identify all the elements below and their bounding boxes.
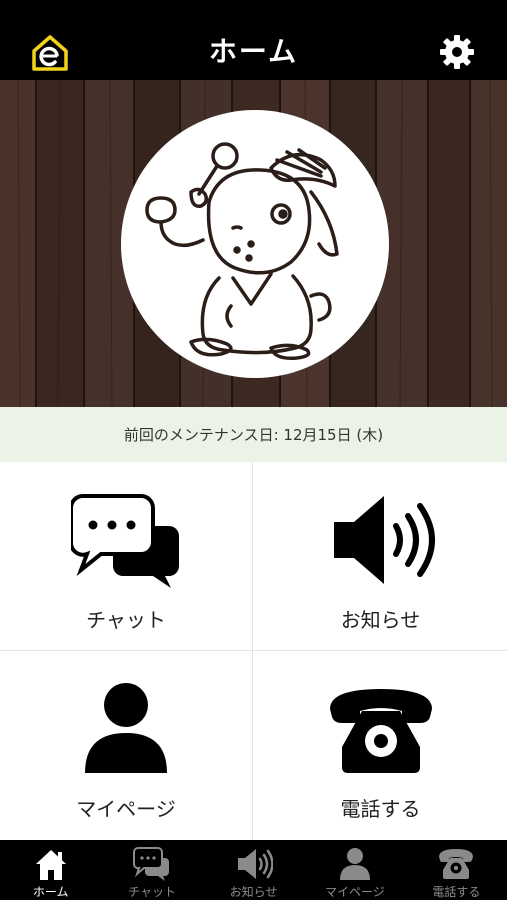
home-icon [35,850,66,880]
person-icon [85,683,167,773]
menu-grid: チャット お知らせ マイページ 電話する [0,462,507,840]
chat-bubbles-icon [71,494,179,588]
chat-tile[interactable]: チャット [0,462,253,651]
detective-mascot-illustration [145,142,339,361]
tab-call[interactable]: 電話する [406,840,507,900]
tab-call-label: 電話する [432,885,481,899]
telephone-icon [439,849,474,879]
maintenance-notice: 前回のメンテナンス日: 12月15日 (木) [0,407,507,462]
tab-mypage-label: マイページ [325,885,385,899]
chat-bubbles-icon [133,847,170,881]
news-tile[interactable]: お知らせ [254,462,507,651]
page-title: ホーム [208,35,299,68]
tab-news-label: お知らせ [229,885,278,899]
call-tile[interactable]: 電話する [254,651,507,840]
tab-chat-label: チャット [128,885,177,899]
app-header: ホーム [0,0,507,80]
mypage-tile[interactable]: マイページ [0,651,253,840]
speaker-icon [333,496,435,584]
news-tile-label: お知らせ [340,608,421,632]
call-tile-label: 電話する [340,797,421,821]
tab-home-label: ホーム [32,885,69,899]
tab-mypage[interactable]: マイページ [304,840,405,900]
chat-tile-label: チャット [86,608,166,632]
mypage-tile-label: マイページ [76,797,176,821]
person-icon [339,848,370,880]
speaker-icon [237,849,273,879]
hero-banner [0,80,507,407]
mascot-image [121,110,389,378]
tab-news[interactable]: お知らせ [203,840,304,900]
tab-bar: ホーム チャット お知らせ マイページ 電話する [0,840,507,900]
tab-chat[interactable]: チャット [101,840,202,900]
telephone-icon [329,689,432,773]
tab-home[interactable]: ホーム [0,840,101,900]
gear-icon[interactable] [439,34,475,70]
